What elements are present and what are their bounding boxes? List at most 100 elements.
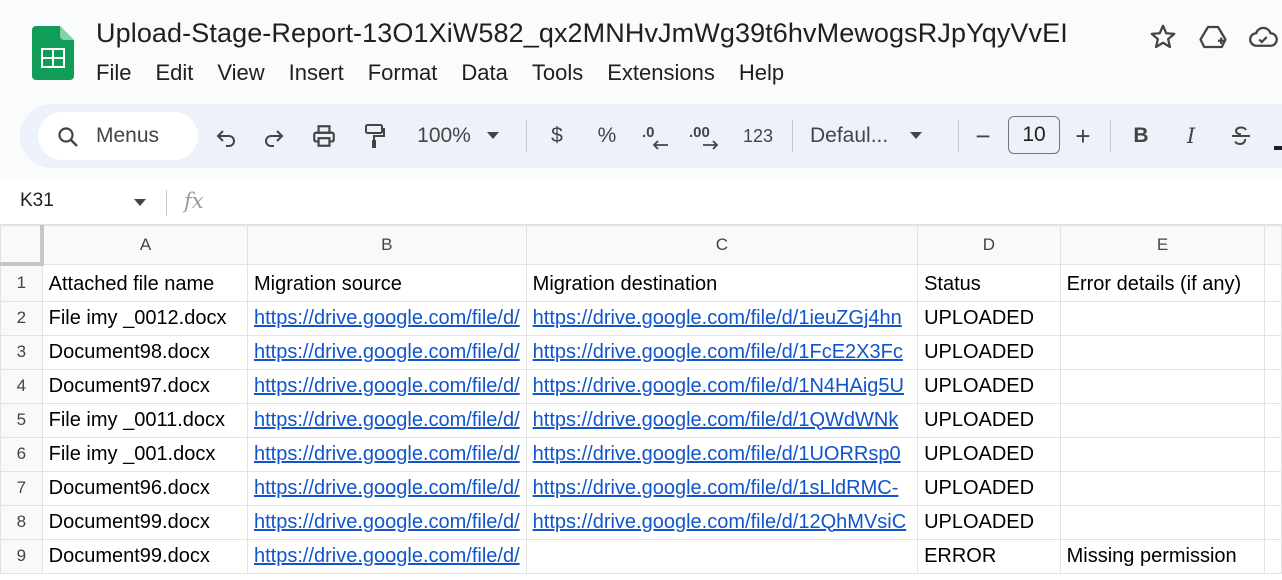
menu-tools[interactable]: Tools [520, 58, 595, 88]
name-box[interactable]: K31 [20, 190, 54, 212]
cell-f[interactable] [1264, 402, 1282, 438]
cell-b[interactable]: https://drive.google.com/file/d/ [246, 470, 527, 506]
cell-f[interactable] [1264, 263, 1282, 302]
menu-file[interactable]: File [84, 58, 143, 88]
column-header-e[interactable]: E [1059, 225, 1266, 265]
column-header-f[interactable] [1264, 225, 1282, 265]
cell-f[interactable] [1264, 538, 1282, 574]
menus-search[interactable]: Menus [38, 112, 198, 160]
percent-format-button[interactable]: % [592, 118, 622, 154]
increase-font-size-button[interactable]: + [1068, 118, 1098, 154]
cell-c[interactable]: https://drive.google.com/file/d/12QhMVsi… [525, 504, 919, 540]
cell-a[interactable]: Document99.docx [41, 504, 248, 540]
menu-help[interactable]: Help [727, 58, 796, 88]
cell-c[interactable]: https://drive.google.com/file/d/1ieuZGj4… [525, 300, 919, 336]
cell-e[interactable]: Missing permission [1059, 538, 1266, 574]
cell-d[interactable]: UPLOADED [917, 368, 1061, 404]
cell-a[interactable]: Document99.docx [41, 538, 248, 574]
redo-icon[interactable] [258, 118, 290, 154]
cell-d[interactable]: UPLOADED [917, 402, 1061, 438]
cell-a[interactable]: Attached file name [41, 263, 248, 302]
cell-d[interactable]: UPLOADED [917, 470, 1061, 506]
decrease-font-size-button[interactable]: − [968, 118, 998, 154]
cell-e[interactable] [1059, 300, 1266, 336]
cell-c[interactable]: https://drive.google.com/file/d/1QWdWNk [525, 402, 919, 438]
italic-button[interactable]: I [1176, 118, 1206, 154]
font-size-input[interactable]: 10 [1008, 116, 1060, 154]
font-select[interactable]: Defaul... [810, 118, 940, 154]
sheets-logo-icon[interactable] [32, 26, 74, 80]
cell-d[interactable]: UPLOADED [917, 504, 1061, 540]
chevron-down-icon[interactable] [134, 199, 146, 207]
select-all-corner[interactable] [0, 225, 45, 266]
menu-extensions[interactable]: Extensions [595, 58, 727, 88]
star-icon[interactable] [1148, 22, 1178, 52]
cell-d[interactable]: UPLOADED [917, 334, 1061, 370]
cell-e[interactable] [1059, 334, 1266, 370]
cell-e[interactable]: Error details (if any) [1059, 263, 1266, 302]
cell-e[interactable] [1059, 402, 1266, 438]
menu-view[interactable]: View [205, 58, 276, 88]
cell-f[interactable] [1264, 300, 1282, 336]
cell-a[interactable]: Document98.docx [41, 334, 248, 370]
cell-e[interactable] [1059, 504, 1266, 540]
cell-a[interactable]: Document96.docx [41, 470, 248, 506]
column-header-a[interactable]: A [41, 225, 248, 265]
row-header[interactable]: 6 [0, 436, 43, 472]
cell-c[interactable]: https://drive.google.com/file/d/1UORRsp0 [525, 436, 919, 472]
row-header[interactable]: 4 [0, 368, 43, 404]
cell-e[interactable] [1059, 470, 1266, 506]
move-to-drive-icon[interactable] [1198, 22, 1228, 52]
zoom-select[interactable]: 100% [408, 118, 508, 154]
cell-b[interactable]: https://drive.google.com/file/d/ [246, 334, 527, 370]
menu-edit[interactable]: Edit [143, 58, 205, 88]
text-color-indicator[interactable] [1274, 146, 1282, 150]
cell-d[interactable]: ERROR [917, 538, 1061, 574]
cell-f[interactable] [1264, 470, 1282, 506]
cell-c[interactable]: https://drive.google.com/file/d/1FcE2X3F… [525, 334, 919, 370]
decrease-decimal-icon[interactable]: .0 [638, 118, 674, 154]
cell-b[interactable]: https://drive.google.com/file/d/ [246, 402, 527, 438]
cell-c[interactable]: https://drive.google.com/file/d/1sLldRMC… [525, 470, 919, 506]
document-title[interactable]: Upload-Stage-Report-13O1XiW582_qx2MNHvJm… [96, 18, 1068, 49]
print-icon[interactable] [308, 118, 340, 154]
more-formats-button[interactable]: 123 [736, 118, 780, 154]
cell-f[interactable] [1264, 334, 1282, 370]
cell-d[interactable]: Status [917, 263, 1061, 302]
cell-f[interactable] [1264, 504, 1282, 540]
cell-c[interactable]: https://drive.google.com/file/d/1N4HAig5… [525, 368, 919, 404]
menu-data[interactable]: Data [449, 58, 519, 88]
cell-a[interactable]: File imy _0012.docx [41, 300, 248, 336]
increase-decimal-icon[interactable]: .00 [686, 118, 726, 154]
menu-format[interactable]: Format [356, 58, 450, 88]
cell-b[interactable]: https://drive.google.com/file/d/ [246, 538, 527, 574]
cell-f[interactable] [1264, 436, 1282, 472]
column-header-b[interactable]: B [246, 225, 527, 265]
strikethrough-icon[interactable] [1226, 118, 1256, 154]
menu-insert[interactable]: Insert [277, 58, 356, 88]
cell-d[interactable]: UPLOADED [917, 300, 1061, 336]
cell-b[interactable]: https://drive.google.com/file/d/ [246, 368, 527, 404]
cell-b[interactable]: https://drive.google.com/file/d/ [246, 300, 527, 336]
cell-c[interactable] [525, 538, 919, 574]
cell-b[interactable]: https://drive.google.com/file/d/ [246, 436, 527, 472]
undo-icon[interactable] [210, 118, 242, 154]
row-header[interactable]: 5 [0, 402, 43, 438]
cell-b[interactable]: https://drive.google.com/file/d/ [246, 504, 527, 540]
cloud-status-icon[interactable] [1248, 22, 1278, 52]
column-header-d[interactable]: D [917, 225, 1061, 265]
cell-d[interactable]: UPLOADED [917, 436, 1061, 472]
cell-a[interactable]: Document97.docx [41, 368, 248, 404]
bold-button[interactable]: B [1126, 118, 1156, 154]
row-header[interactable]: 3 [0, 334, 43, 370]
cell-a[interactable]: File imy _0011.docx [41, 402, 248, 438]
row-header[interactable]: 9 [0, 538, 43, 574]
paint-format-icon[interactable] [358, 118, 390, 154]
column-header-c[interactable]: C [525, 225, 919, 265]
currency-format-button[interactable]: $ [542, 118, 572, 154]
cell-c[interactable]: Migration destination [525, 263, 919, 302]
row-header[interactable]: 1 [0, 263, 43, 302]
row-header[interactable]: 7 [0, 470, 43, 506]
cell-a[interactable]: File imy _001.docx [41, 436, 248, 472]
cell-e[interactable] [1059, 368, 1266, 404]
